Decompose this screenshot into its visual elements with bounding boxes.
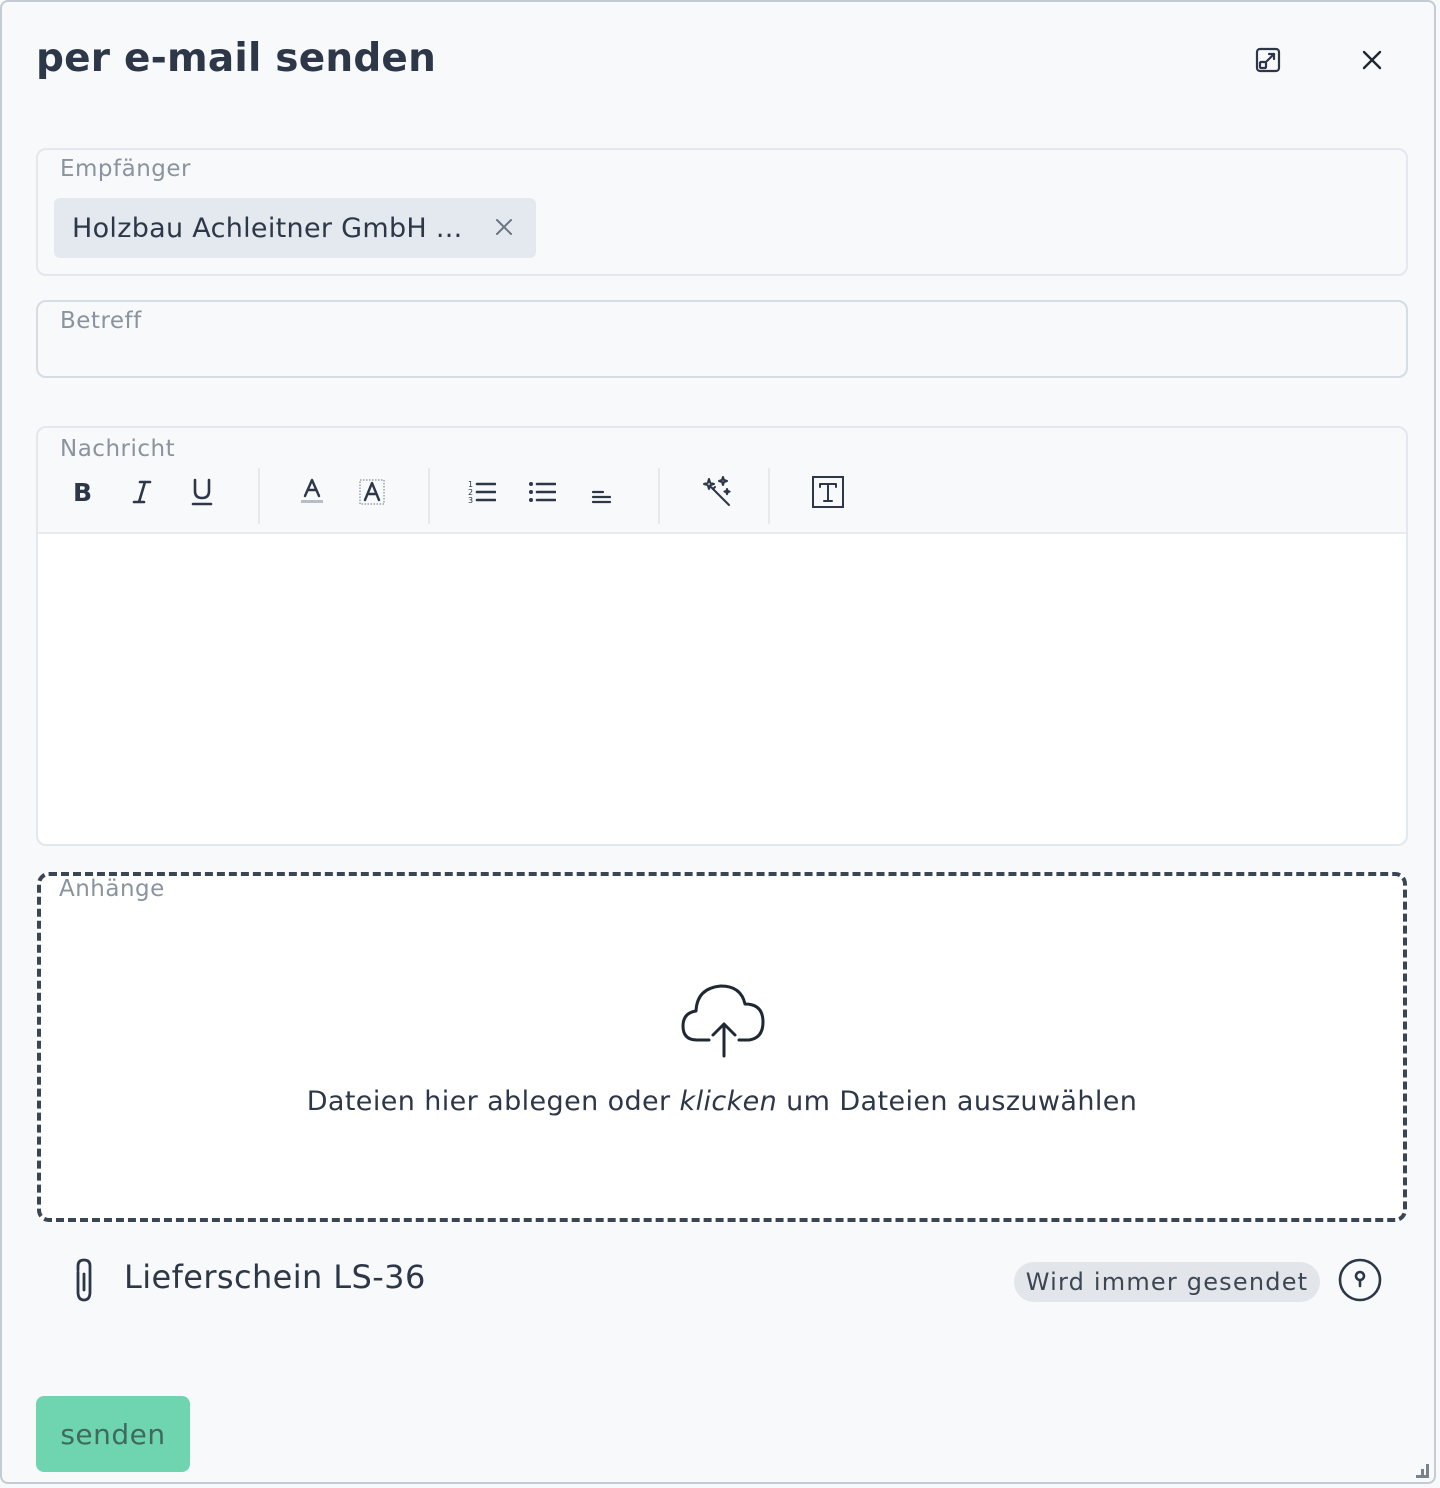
attachments-dropzone[interactable]: Anhänge Dateien hier ablegen oder klicke… — [37, 872, 1407, 1222]
paperclip-icon — [76, 1258, 92, 1302]
subject-field[interactable]: Betreff — [36, 300, 1408, 378]
bold-button[interactable]: B — [58, 468, 106, 516]
attachments-label: Anhänge — [59, 876, 165, 902]
recipient-chip-label: Holzbau Achleitner GmbH ... — [72, 212, 463, 244]
align-icon — [591, 490, 612, 504]
underline-button[interactable] — [178, 468, 226, 516]
send-button[interactable]: senden — [36, 1396, 190, 1472]
magic-wand-icon — [703, 476, 731, 506]
svg-text:3: 3 — [468, 496, 473, 505]
ordered-list-icon: 1 2 3 — [468, 480, 496, 505]
dropzone-text-click[interactable]: klicken — [680, 1086, 778, 1117]
subject-input[interactable] — [60, 340, 1380, 370]
message-label: Nachricht — [60, 436, 176, 462]
recipients-label: Empfänger — [60, 156, 192, 182]
magic-wand-button[interactable] — [694, 468, 742, 516]
highlight-color-button[interactable] — [348, 468, 396, 516]
dropzone-text: Dateien hier ablegen oder klicken um Dat… — [41, 1086, 1403, 1117]
font-color-icon — [301, 478, 323, 503]
dropzone-text-after: um Dateien auszuwählen — [777, 1086, 1138, 1117]
dropzone-text-before: Dateien hier ablegen oder — [306, 1086, 680, 1117]
subject-label: Betreff — [60, 308, 142, 334]
toolbar-separator — [658, 468, 660, 524]
ordered-list-button[interactable]: 1 2 3 — [458, 468, 506, 516]
text-template-button[interactable] — [804, 468, 852, 516]
bold-icon: B — [73, 479, 92, 505]
recipients-field[interactable]: Empfänger Holzbau Achleitner GmbH ... — [36, 148, 1408, 276]
recipient-chip[interactable]: Holzbau Achleitner GmbH ... — [54, 198, 536, 258]
text-template-icon — [812, 476, 844, 508]
italic-button[interactable] — [118, 468, 166, 516]
bullet-list-button[interactable] — [518, 468, 566, 516]
underline-icon — [191, 478, 213, 506]
expand-button[interactable] — [1246, 38, 1290, 82]
toolbar-separator — [428, 468, 430, 524]
expand-icon — [1255, 47, 1281, 73]
close-button[interactable] — [1350, 38, 1394, 82]
message-input[interactable] — [38, 532, 1406, 844]
always-sent-badge: Wird immer gesendet — [1014, 1262, 1320, 1302]
resize-handle-icon[interactable] — [1414, 1462, 1432, 1480]
bullet-list-icon — [529, 482, 556, 502]
toolbar-separator — [258, 468, 260, 524]
help-button[interactable] — [1336, 1256, 1384, 1304]
toolbar-separator — [768, 468, 770, 524]
svg-text:B: B — [73, 479, 92, 505]
highlight-color-icon — [359, 479, 385, 505]
help-icon — [1338, 1258, 1382, 1302]
remove-recipient-button[interactable] — [494, 217, 514, 241]
attachment-name: Lieferschein LS-36 — [124, 1258, 426, 1296]
font-color-button[interactable] — [288, 468, 336, 516]
align-button[interactable] — [578, 468, 626, 516]
message-editor: Nachricht B 1 2 3 — [36, 426, 1408, 846]
cloud-upload-icon — [681, 984, 765, 1058]
email-dialog: per e-mail senden Empfänger Holzbau Achl… — [0, 0, 1436, 1484]
italic-icon — [132, 480, 152, 504]
close-icon — [1362, 50, 1382, 70]
close-icon — [496, 219, 512, 235]
dialog-title: per e-mail senden — [36, 36, 437, 81]
